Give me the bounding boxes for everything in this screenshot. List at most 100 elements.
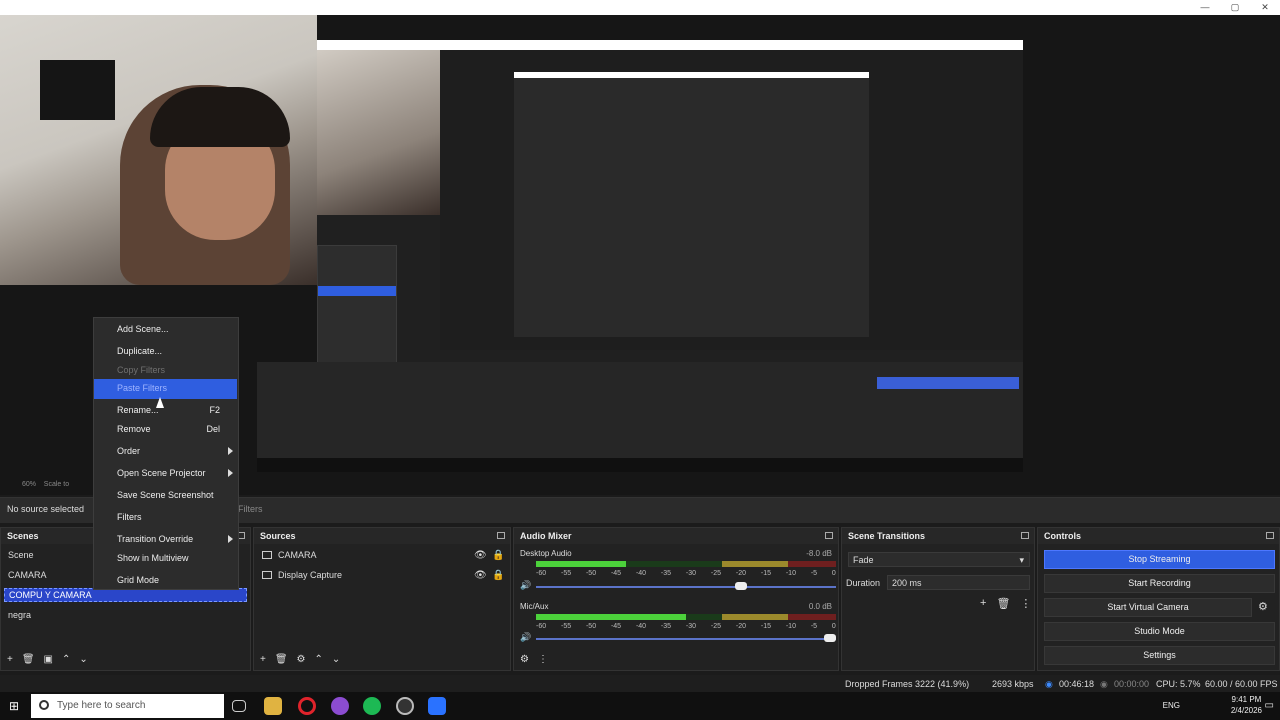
scene-item[interactable]: CAMARA bbox=[8, 570, 47, 580]
menu-icon[interactable]: ⋮ bbox=[538, 654, 548, 665]
channel-db: -8.0 dB bbox=[806, 549, 832, 558]
add-icon[interactable]: + bbox=[980, 597, 986, 610]
trash-icon[interactable]: 🗑 bbox=[275, 654, 288, 665]
volume-slider[interactable] bbox=[536, 582, 836, 590]
menu-item-grid-mode[interactable]: Grid Mode bbox=[94, 571, 238, 591]
channel-db: 0.0 dB bbox=[808, 602, 832, 611]
tick-label: -40 bbox=[635, 570, 647, 577]
opera-icon[interactable] bbox=[298, 697, 316, 715]
chevron-down-icon: ▾ bbox=[1019, 555, 1024, 565]
scene-item[interactable]: negra bbox=[8, 610, 31, 620]
windows-start-icon[interactable]: ⊞ bbox=[9, 699, 19, 713]
studio-mode-button[interactable]: Studio Mode bbox=[1044, 622, 1275, 641]
camera-icon bbox=[262, 551, 272, 559]
obs-icon[interactable] bbox=[396, 697, 414, 715]
dropped-frames: Dropped Frames 3222 (41.9%) bbox=[845, 679, 970, 689]
move-down-icon[interactable]: ⌄ bbox=[332, 654, 340, 665]
task-view-icon[interactable] bbox=[232, 700, 246, 712]
menu-item-rename[interactable]: Rename... F2 bbox=[94, 401, 238, 421]
tick-label: -60 bbox=[536, 623, 547, 630]
cpu-usage: CPU: 5.7% bbox=[1156, 679, 1201, 689]
record-indicator-icon: ◉ bbox=[1100, 679, 1108, 689]
filters-button[interactable]: Filters bbox=[238, 504, 263, 514]
menu-item-paste-filters[interactable]: Paste Filters bbox=[94, 379, 237, 399]
scene-item[interactable]: Scene bbox=[8, 550, 34, 560]
record-time: 00:00:00 bbox=[1114, 679, 1150, 689]
volume-meter bbox=[536, 614, 836, 620]
gear-icon[interactable]: ⚙ bbox=[520, 654, 529, 665]
channel-name: Mic/Aux bbox=[520, 602, 549, 611]
spotify-icon[interactable] bbox=[363, 697, 381, 715]
undock-icon[interactable] bbox=[497, 532, 505, 539]
menu-item-add-scene[interactable]: Add Scene... bbox=[94, 320, 238, 340]
taskbar-search[interactable]: Type here to search bbox=[31, 694, 224, 718]
close-button[interactable]: ✕ bbox=[1250, 0, 1280, 15]
tick-label: 0 bbox=[831, 623, 836, 630]
trash-icon[interactable]: 🗑 bbox=[996, 597, 1010, 610]
menu-item-show-in-multiview[interactable]: Show in Multiview bbox=[94, 549, 238, 569]
source-label: Display Capture bbox=[278, 570, 343, 580]
eye-icon[interactable]: 👁 bbox=[474, 570, 487, 581]
stream-time: 00:46:18 bbox=[1059, 679, 1095, 689]
filter-icon[interactable]: ▣ bbox=[44, 654, 53, 665]
status-bar: Dropped Frames 3222 (41.9%) 2693 kbps ◉ … bbox=[0, 675, 1280, 692]
menu-item-transition-override[interactable]: Transition Override bbox=[94, 530, 238, 550]
taskbar-clock[interactable]: 9:41 PM 2/4/2026 bbox=[1231, 694, 1262, 716]
app-icon[interactable] bbox=[428, 697, 446, 715]
speaker-icon[interactable]: 🔊 bbox=[520, 632, 531, 643]
file-explorer-icon[interactable] bbox=[264, 697, 282, 715]
tick-label: -40 bbox=[635, 623, 647, 630]
minimize-button[interactable]: — bbox=[1190, 0, 1220, 15]
menu-item-duplicate[interactable]: Duplicate... bbox=[94, 342, 238, 362]
source-item-camara[interactable]: CAMARA bbox=[262, 550, 317, 560]
speaker-icon[interactable]: 🔊 bbox=[520, 580, 531, 591]
undock-icon[interactable] bbox=[1021, 532, 1029, 539]
menu-item-copy-filters[interactable]: Copy Filters bbox=[94, 361, 238, 381]
trash-icon[interactable]: 🗑 bbox=[22, 654, 35, 665]
chrome-icon[interactable] bbox=[331, 697, 349, 715]
menu-item-filters[interactable]: Filters bbox=[94, 508, 238, 528]
sources-dock: Sources CAMARA 👁 🔒 Display Capture 👁 🔒 +… bbox=[253, 527, 511, 671]
maximize-button[interactable]: ▢ bbox=[1220, 0, 1250, 15]
notification-icon[interactable]: ▭ bbox=[1265, 700, 1274, 711]
source-item-display[interactable]: Display Capture bbox=[262, 570, 342, 580]
gear-icon[interactable]: ⚙ bbox=[297, 654, 306, 665]
menu-icon[interactable]: ⋮ bbox=[1020, 597, 1031, 610]
menu-item-remove[interactable]: Remove Del bbox=[94, 420, 238, 440]
move-up-icon[interactable]: ⌃ bbox=[62, 654, 70, 665]
transition-select[interactable]: Fade ▾ bbox=[848, 552, 1030, 567]
scene-context-menu: Add Scene... Duplicate... Copy Filters P… bbox=[93, 317, 239, 590]
settings-button[interactable]: Settings bbox=[1044, 646, 1275, 665]
eye-icon[interactable]: 👁 bbox=[474, 550, 487, 561]
menu-item-order[interactable]: Order bbox=[94, 442, 238, 462]
add-icon[interactable]: + bbox=[7, 654, 13, 665]
add-icon[interactable]: + bbox=[260, 654, 266, 665]
undock-icon[interactable] bbox=[1266, 532, 1274, 539]
lock-icon[interactable]: 🔒 bbox=[492, 550, 504, 561]
menu-item-save-scene-screenshot[interactable]: Save Scene Screenshot bbox=[94, 486, 238, 506]
move-up-icon[interactable]: ⌃ bbox=[315, 654, 323, 665]
controls-title: Controls bbox=[1038, 528, 1279, 544]
start-recording-button[interactable]: Start Recording bbox=[1044, 574, 1275, 593]
duration-input[interactable]: 200 ms bbox=[887, 575, 1030, 590]
mouse-cursor-icon bbox=[156, 397, 164, 408]
volume-slider[interactable] bbox=[536, 634, 836, 642]
stop-streaming-button[interactable]: Stop Streaming bbox=[1044, 550, 1275, 569]
language-indicator[interactable]: ENG bbox=[1163, 701, 1180, 710]
source-label: CAMARA bbox=[278, 550, 317, 560]
menu-item-open-scene-projector[interactable]: Open Scene Projector bbox=[94, 464, 238, 484]
gear-icon[interactable]: ⚙ bbox=[1258, 600, 1268, 613]
mixer-title: Audio Mixer bbox=[514, 528, 838, 544]
tick-label: -20 bbox=[735, 570, 746, 577]
transitions-title: Scene Transitions bbox=[842, 528, 1034, 544]
monitor-icon bbox=[262, 571, 272, 579]
move-down-icon[interactable]: ⌄ bbox=[79, 654, 87, 665]
tick-label: -45 bbox=[610, 570, 622, 577]
tick-label: 0 bbox=[831, 570, 836, 577]
start-virtual-camera-button[interactable]: Start Virtual Camera bbox=[1044, 598, 1252, 617]
undock-icon[interactable] bbox=[825, 532, 833, 539]
tick-label: -20 bbox=[735, 623, 746, 630]
submenu-arrow-icon bbox=[228, 469, 233, 477]
search-icon bbox=[39, 700, 49, 710]
lock-icon[interactable]: 🔒 bbox=[492, 570, 504, 581]
